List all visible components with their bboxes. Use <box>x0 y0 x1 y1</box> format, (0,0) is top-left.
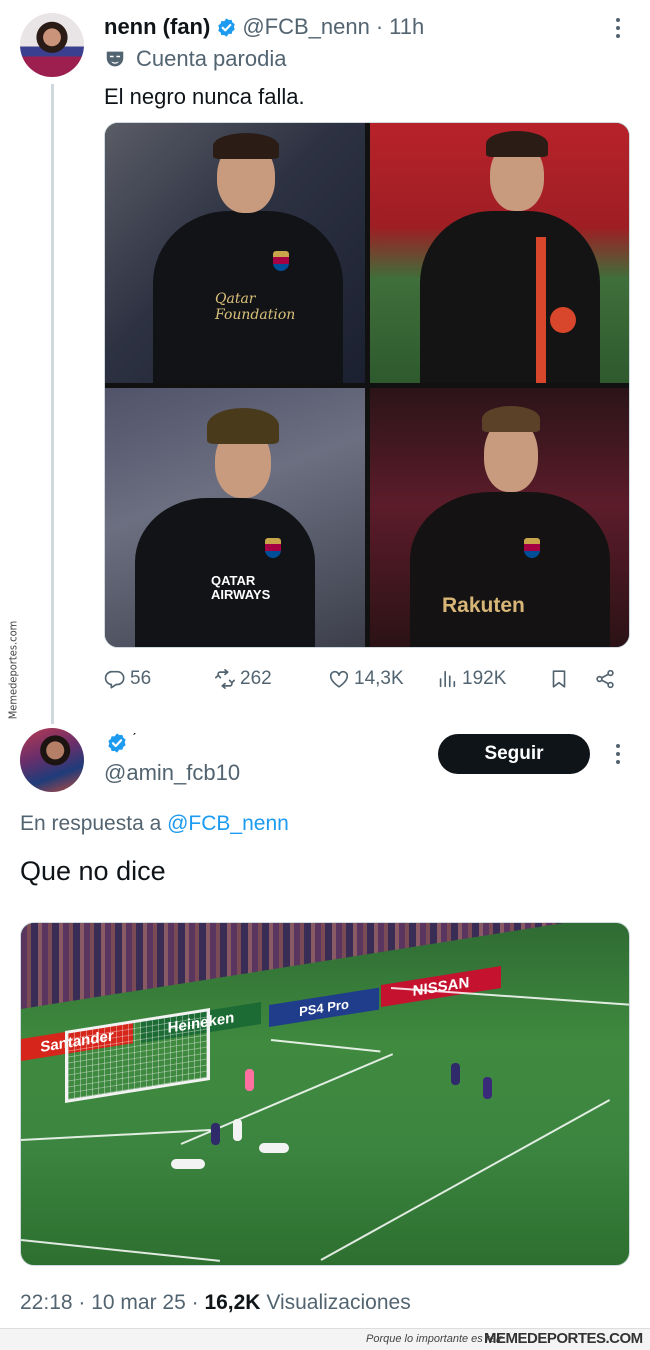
reply-context: En respuesta a @FCB_nenn <box>20 812 289 836</box>
display-name-mark[interactable]: ˊ <box>132 730 137 746</box>
jersey-sponsor-text: Qatar Foundation <box>215 291 296 323</box>
views-count: 192K <box>462 668 507 689</box>
grid-image-3[interactable]: QATAR AIRWAYS <box>105 388 365 647</box>
side-watermark: Memedeportes.com <box>0 600 26 740</box>
grid-image-2[interactable] <box>370 123 629 383</box>
tweet-text: El negro nunca falla. <box>104 84 305 109</box>
thread-connector-line <box>51 84 54 724</box>
pitch-line <box>21 1239 221 1262</box>
display-name[interactable]: nenn (fan) <box>104 14 210 40</box>
timestamp[interactable]: 11h <box>389 14 424 40</box>
views-total: 16,2K <box>204 1291 261 1314</box>
footer-watermark: Porque lo importante es reír MEMEDEPORTE… <box>0 1328 650 1350</box>
separator-dot: · <box>375 14 384 39</box>
verified-badge-icon <box>108 733 126 753</box>
jersey-sponsor-text: Rakuten <box>442 594 525 617</box>
goal-net <box>65 1008 210 1103</box>
pitch-line <box>320 1099 611 1261</box>
player-figure <box>211 1123 220 1145</box>
bookmark-icon <box>552 670 566 688</box>
player-figure <box>233 1119 242 1141</box>
ad-board: PS4 Pro <box>269 987 379 1027</box>
reply-icon <box>104 670 125 689</box>
player-figure <box>171 1159 205 1169</box>
grid-image-4[interactable]: Rakuten <box>370 388 629 647</box>
grid-image-1[interactable]: Qatar Foundation <box>105 123 365 383</box>
reply-mention-link[interactable]: @FCB_nenn <box>167 812 289 835</box>
like-count: 14,3K <box>354 668 404 689</box>
views-label: Visualizaciones <box>266 1291 411 1314</box>
tweet-timestamp[interactable]: 22:18 · 10 mar 25 · <box>20 1291 199 1314</box>
side-watermark-text: Memedeportes.com <box>6 620 20 720</box>
more-options-icon[interactable] <box>606 14 630 42</box>
jersey-sponsor-text: QATAR AIRWAYS <box>211 573 271 602</box>
tweet-meta: 22:18 · 10 mar 25 · 16,2K Visualizacione… <box>20 1291 411 1315</box>
user-handle[interactable]: @FCB_nenn <box>242 14 370 40</box>
bookmark-button[interactable] <box>548 664 574 694</box>
repost-count: 262 <box>240 668 272 689</box>
image-grid[interactable]: Qatar Foundation QATAR AIRWAYS Rakuten <box>104 122 630 648</box>
player-figure <box>483 1077 492 1099</box>
tweet-text: Que no dice <box>20 856 166 886</box>
pitch-line <box>270 1039 381 1053</box>
more-options-icon[interactable] <box>606 740 630 768</box>
reply-button[interactable]: 56 <box>104 664 151 694</box>
heart-icon <box>329 670 349 688</box>
player-figure <box>451 1063 460 1085</box>
tweet-header: nenn (fan) @FCB_nenn · 11h <box>104 12 424 42</box>
views-chart-icon <box>439 670 456 688</box>
parody-label: Cuenta parodia <box>104 45 286 73</box>
ad-board: NISSAN <box>381 965 501 1007</box>
tweet-actions: 56 262 14,3K 192K <box>104 664 630 694</box>
parody-mask-icon <box>106 51 124 67</box>
parody-text: Cuenta parodia <box>136 46 287 71</box>
like-button[interactable]: 14,3K <box>328 664 404 694</box>
share-icon <box>596 669 614 689</box>
watermark-tagline: Porque lo importante es reír <box>366 1333 503 1345</box>
share-button[interactable] <box>594 664 620 694</box>
verified-badge-icon <box>216 17 237 38</box>
player-figure <box>245 1069 254 1091</box>
repost-icon <box>215 669 235 689</box>
reply-prefix: En respuesta a <box>20 812 162 835</box>
pitch-line <box>21 1129 211 1141</box>
repost-button[interactable]: 262 <box>214 664 272 694</box>
reply-count: 56 <box>130 668 152 689</box>
player-figure <box>259 1143 289 1153</box>
user-handle[interactable]: @amin_fcb10 <box>104 760 240 786</box>
views-button[interactable]: 192K <box>436 664 506 694</box>
avatar[interactable] <box>20 728 84 792</box>
watermark-brand: MEMEDEPORTES.COM <box>484 1330 643 1347</box>
video-player[interactable]: NISSAN PS4 Pro Heineken Santander <box>20 922 630 1266</box>
follow-button[interactable]: Seguir <box>438 734 590 774</box>
avatar[interactable] <box>20 13 84 77</box>
